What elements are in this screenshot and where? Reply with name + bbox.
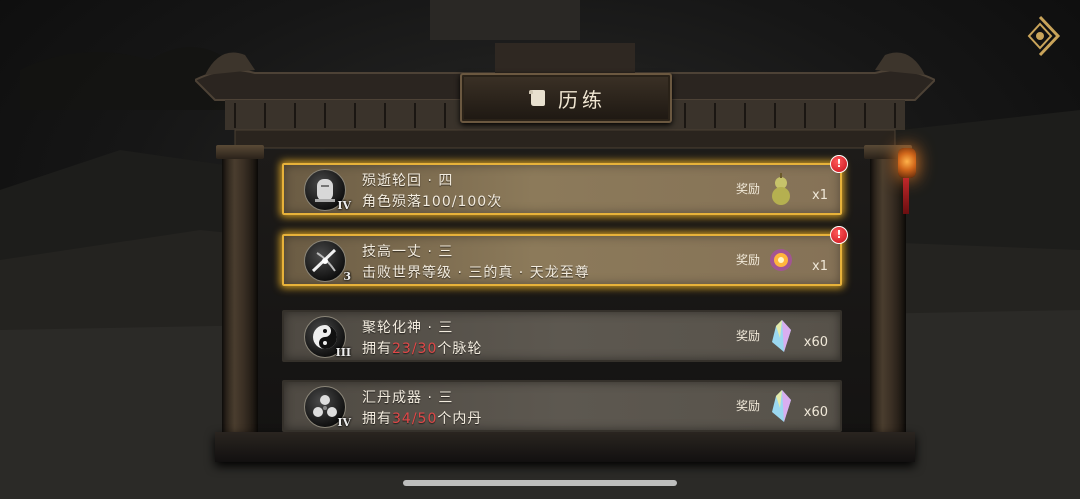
rank-label: 3 [343, 270, 351, 283]
crystal-icon [768, 388, 794, 424]
progress-total: 100 [457, 194, 488, 210]
quest-title: 汇丹成器 · 三 [362, 390, 454, 406]
glowing-orb-icon [768, 242, 794, 278]
alert-badge: ! [830, 226, 848, 244]
reward-label: 奖励 [735, 182, 760, 196]
quest-card[interactable]: IV 殒逝轮回 · 四角色殒落100/100次 奖励 x1! [282, 155, 848, 215]
reward-label: 奖励 [735, 329, 760, 343]
pillar-left [216, 145, 264, 462]
progress-total: 30 [417, 341, 438, 357]
quest-desc-suffix: 次 [487, 194, 503, 210]
reward-count: x1 [812, 188, 828, 203]
quest-description: 角色殒落100/100次 [362, 191, 502, 211]
quest-description: 拥有23/30个脉轮 [362, 338, 482, 358]
quest-desc-suffix: 个脉轮 [437, 341, 483, 357]
lantern-icon [898, 148, 916, 178]
quest-title: 聚轮化神 · 三 [362, 320, 454, 336]
pillar-right [864, 145, 912, 462]
reward-count: x1 [812, 259, 828, 274]
lantern-tassel [903, 178, 909, 214]
quest-desc-prefix: 击败世界等级 · 三的真 · 天龙至尊 [362, 265, 590, 281]
progress-total: 50 [417, 411, 438, 427]
rank-label: IV [337, 199, 351, 212]
reward-count: x60 [803, 335, 828, 350]
quest-card[interactable]: 3 技高一丈 · 三击败世界等级 · 三的真 · 天龙至尊 奖励 x1! [282, 226, 848, 286]
progress-current: 100 [422, 194, 452, 210]
quest-desc-prefix: 角色殒落 [362, 194, 422, 210]
rank-label: IV [337, 416, 351, 429]
crystal-icon [768, 318, 794, 354]
title-plaque: 历练 [460, 73, 672, 123]
quest-description: 击败世界等级 · 三的真 · 天龙至尊 [362, 262, 590, 282]
quest-description: 拥有34/50个内丹 [362, 408, 482, 428]
alert-badge: ! [830, 155, 848, 173]
quest-desc-suffix: 个内丹 [437, 411, 483, 427]
quest-title: 技高一丈 · 三 [362, 244, 454, 260]
progress-current: 23 [392, 341, 412, 357]
quest-card[interactable]: III 聚轮化神 · 三拥有23/30个脉轮 奖励 x60 [282, 310, 842, 362]
gourd-icon [768, 171, 794, 207]
progress-current: 34 [392, 411, 412, 427]
rank-label: III [335, 346, 351, 359]
diamond-back-icon [1027, 15, 1061, 57]
quest-icon: IV [304, 169, 351, 212]
pillar-cap [216, 145, 264, 159]
quest-icon: IV [304, 386, 351, 429]
quest-icon: 3 [304, 240, 351, 283]
home-indicator[interactable] [403, 480, 677, 486]
back-button[interactable] [1018, 14, 1062, 58]
reward-label: 奖励 [735, 399, 760, 413]
quest-desc-prefix: 拥有 [362, 411, 392, 427]
sword-slash-icon [311, 248, 337, 273]
scroll-icon [529, 90, 545, 106]
reward-count: x60 [803, 405, 828, 420]
reward-label: 奖励 [735, 253, 760, 267]
pavilion-floor [215, 432, 915, 462]
quest-card[interactable]: IV 汇丹成器 · 三拥有34/50个内丹 奖励 x60 [282, 380, 842, 432]
quest-icon: III [304, 316, 351, 359]
quest-title: 殒逝轮回 · 四 [362, 173, 454, 189]
quest-desc-prefix: 拥有 [362, 341, 392, 357]
page-title: 历练 [558, 87, 606, 112]
